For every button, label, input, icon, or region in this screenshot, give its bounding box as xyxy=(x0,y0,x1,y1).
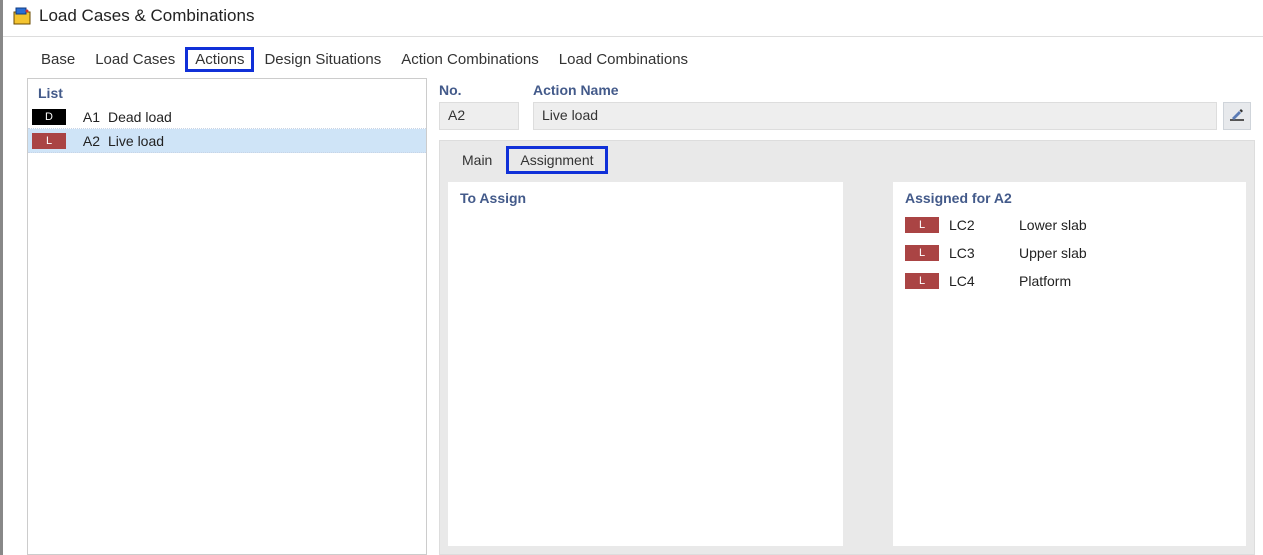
assigned-lc: LC2 xyxy=(949,217,1009,233)
window: Load Cases & Combinations Base Load Case… xyxy=(0,0,1263,555)
form-group-no: No. A2 xyxy=(439,82,519,130)
badge-l: L xyxy=(32,133,66,149)
sub-tab-assignment[interactable]: Assignment xyxy=(506,146,607,174)
edit-name-button[interactable] xyxy=(1223,102,1251,130)
list-row-a1[interactable]: D A1 Dead load xyxy=(28,105,426,129)
assign-area: To Assign Assigned for A2 L LC2 Lower sl… xyxy=(439,174,1255,555)
tab-base[interactable]: Base xyxy=(31,47,85,72)
form-group-name: Action Name Live load xyxy=(533,82,1251,130)
assigned-header: Assigned for A2 xyxy=(893,182,1246,212)
window-title: Load Cases & Combinations xyxy=(39,6,254,26)
right-panel: No. A2 Action Name Live load xyxy=(439,78,1263,555)
assigned-desc: Lower slab xyxy=(1019,217,1234,233)
assigned-row-lc3[interactable]: L LC3 Upper slab xyxy=(905,242,1234,264)
list-row-a2[interactable]: L A2 Live load xyxy=(28,129,426,153)
main-tabs: Base Load Cases Actions Design Situation… xyxy=(3,37,1263,78)
assigned-row-lc2[interactable]: L LC2 Lower slab xyxy=(905,214,1234,236)
badge-l: L xyxy=(905,217,939,233)
list-panel: List D A1 Dead load L A2 Live load xyxy=(27,78,427,555)
assigned-panel: Assigned for A2 L LC2 Lower slab L LC3 U… xyxy=(893,182,1246,546)
tab-action-combinations[interactable]: Action Combinations xyxy=(391,47,549,72)
tab-load-combinations[interactable]: Load Combinations xyxy=(549,47,698,72)
sub-tab-bar: Main Assignment xyxy=(439,140,1255,174)
badge-l: L xyxy=(905,245,939,261)
assigned-desc: Platform xyxy=(1019,273,1234,289)
titlebar: Load Cases & Combinations xyxy=(3,0,1263,37)
tab-actions[interactable]: Actions xyxy=(185,47,254,72)
list-row-num: A1 xyxy=(74,109,100,125)
assigned-lc: LC3 xyxy=(949,245,1009,261)
assigned-lc: LC4 xyxy=(949,273,1009,289)
badge-d: D xyxy=(32,109,66,125)
to-assign-panel: To Assign xyxy=(448,182,843,546)
app-icon xyxy=(13,7,31,25)
list-rows: D A1 Dead load L A2 Live load xyxy=(28,105,426,554)
badge-l: L xyxy=(905,273,939,289)
tab-design-situations[interactable]: Design Situations xyxy=(254,47,391,72)
to-assign-header: To Assign xyxy=(448,182,843,212)
assigned-desc: Upper slab xyxy=(1019,245,1234,261)
name-field[interactable]: Live load xyxy=(533,102,1217,130)
sub-tab-main[interactable]: Main xyxy=(448,146,506,174)
name-label: Action Name xyxy=(533,82,1251,98)
assigned-row-lc4[interactable]: L LC4 Platform xyxy=(905,270,1234,292)
list-row-label: Live load xyxy=(108,133,420,149)
content: List D A1 Dead load L A2 Live load No. xyxy=(3,78,1263,555)
form-row: No. A2 Action Name Live load xyxy=(439,78,1255,140)
list-row-label: Dead load xyxy=(108,109,420,125)
edit-icon xyxy=(1229,107,1245,126)
no-label: No. xyxy=(439,82,519,98)
assigned-list: L LC2 Lower slab L LC3 Upper slab L LC4 xyxy=(893,212,1246,304)
list-header: List xyxy=(28,79,426,105)
list-row-num: A2 xyxy=(74,133,100,149)
name-field-wrap: Live load xyxy=(533,102,1251,130)
no-field[interactable]: A2 xyxy=(439,102,519,130)
tab-load-cases[interactable]: Load Cases xyxy=(85,47,185,72)
